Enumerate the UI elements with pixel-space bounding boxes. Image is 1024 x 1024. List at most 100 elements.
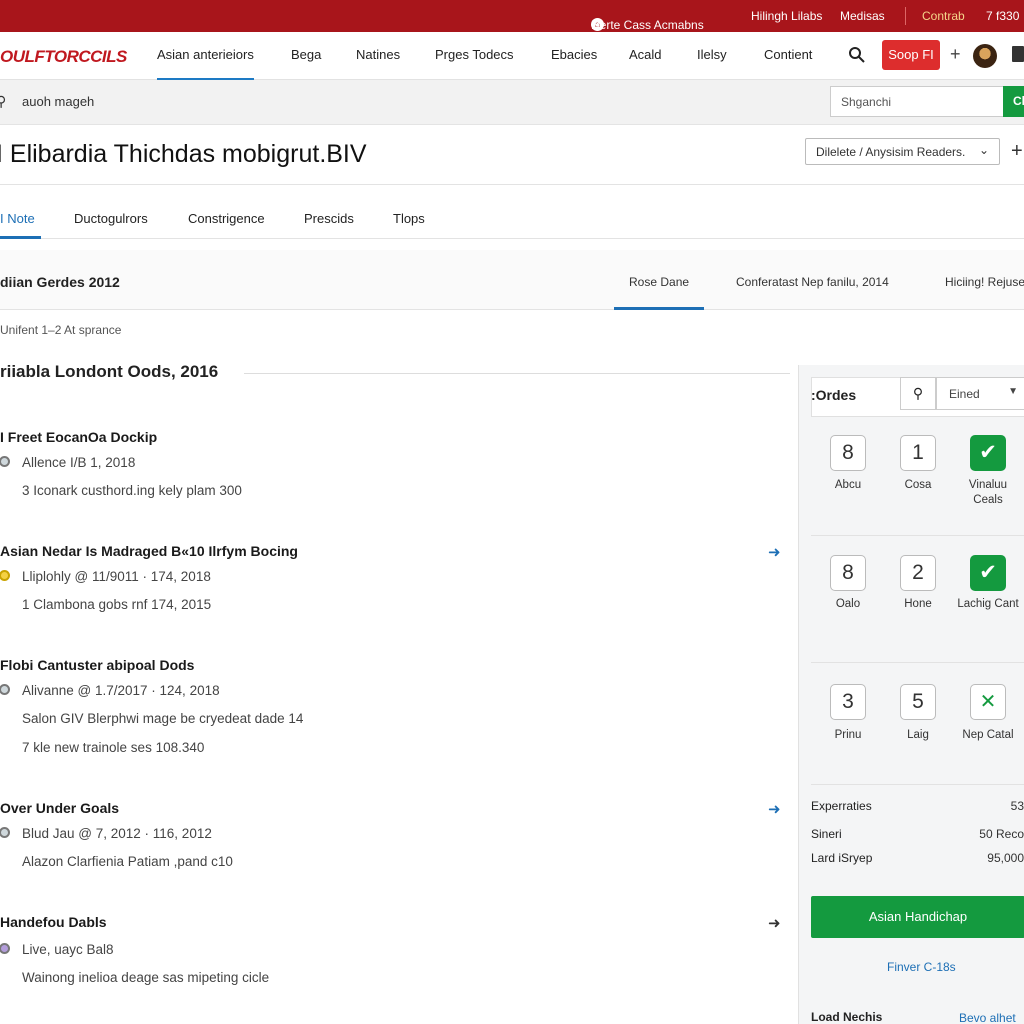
- event-line: Lliplohly @ 11/9011 · 174, 2018: [22, 569, 211, 584]
- chevron-down-icon: ▼: [1008, 386, 1018, 397]
- arrow-right-icon[interactable]: ➜: [768, 800, 781, 818]
- page-title: I Elibardia Thichdas mobigrut.BIV: [0, 140, 367, 168]
- event-line: 3 Iconark custhord.ing kely plam 300: [22, 483, 242, 498]
- site-logo[interactable]: OULFTORCCILS: [0, 47, 127, 67]
- twitter-icon[interactable]: ✔: [970, 435, 1006, 471]
- plus-icon[interactable]: +: [1011, 140, 1023, 163]
- panel-select-value: Eined: [949, 387, 980, 401]
- section-tab-rose[interactable]: Rose Dane: [614, 275, 705, 310]
- twitter-icon[interactable]: ✔: [970, 555, 1006, 591]
- tab-note[interactable]: I Note: [0, 211, 41, 239]
- top-link-2[interactable]: Hilingh Lilabs: [751, 9, 822, 23]
- stat-value: 95,000: [987, 851, 1024, 865]
- section-meta: Unifent 1–2 At sprance: [0, 323, 122, 337]
- section-tab-hiciing[interactable]: Hiciing! Rejuse: [945, 275, 1024, 289]
- orders-panel: :Ordes ⚲ Eined ▼ 8 Abcu 1 Cosa ✔ Vinaluu…: [798, 365, 1024, 1024]
- nav-item-contient[interactable]: Contient: [764, 47, 812, 62]
- event-line: Allence I/B 1, 2018: [22, 455, 136, 470]
- tile-label: Oalo: [835, 598, 861, 610]
- event-name[interactable]: Handefou Dabls: [0, 914, 107, 930]
- stat-value: 53: [1010, 799, 1024, 813]
- top-divider: [905, 7, 906, 25]
- search-input[interactable]: Shganchi: [830, 86, 1004, 117]
- plus-icon[interactable]: +: [950, 44, 961, 65]
- tile-label: Prinu: [834, 729, 862, 741]
- top-bar: ⌂ Herte Cass Acmabns Hilingh Lilabs Medis…: [0, 0, 1024, 32]
- section-heading: diian Gerdes 2012: [0, 274, 120, 290]
- panel-footer-link[interactable]: Bevo alhet: [959, 1011, 1016, 1024]
- divider: [0, 184, 1024, 185]
- status-icon: [0, 456, 10, 467]
- tab-tlops[interactable]: Tlops: [393, 211, 425, 226]
- stat-value: 50 Reco: [979, 827, 1024, 841]
- signup-button[interactable]: Soop FI: [882, 40, 940, 70]
- event-name[interactable]: Over Under Goals: [0, 800, 119, 816]
- tile-cosa[interactable]: 1: [900, 435, 936, 471]
- section-header: diian Gerdes 2012 Rose Dane Conferatast …: [0, 250, 1024, 310]
- event-name[interactable]: I Freet EocanOa Dockip: [0, 429, 157, 445]
- divider: [811, 662, 1024, 663]
- list-item[interactable]: Flobi Cantuster abipoal Dods Alivanne @ …: [0, 657, 790, 767]
- event-line: Alazon Clarfienia Patiam ,pand c10: [22, 854, 233, 869]
- nav-item-asian[interactable]: Asian anterieiors: [157, 47, 254, 80]
- tile-label: Hone: [904, 598, 932, 610]
- avatar[interactable]: [973, 44, 997, 68]
- event-line: Alivanne @ 1.7/2017 · 124, 2018: [22, 683, 220, 698]
- arrow-right-icon[interactable]: ➜: [768, 543, 781, 561]
- divider: [811, 535, 1024, 536]
- search-icon: ⚲: [0, 93, 7, 109]
- search-go-button[interactable]: Cl: [1003, 86, 1024, 117]
- nav-item-ilelsy[interactable]: Ilelsy: [697, 47, 727, 62]
- nav-item-ebacies[interactable]: Ebacies: [551, 47, 597, 62]
- tab-ductogulrors[interactable]: Ductogulrors: [74, 211, 148, 226]
- event-line: Salon GIV Blerphwi mage be cryedeat dade…: [22, 711, 304, 726]
- section-subheading: riiabla Londont Oods, 2016: [0, 362, 219, 381]
- arrow-right-icon[interactable]: ➜: [768, 914, 781, 932]
- search-icon[interactable]: ⚲: [900, 377, 936, 410]
- close-icon[interactable]: ✕: [970, 684, 1006, 720]
- search-query-text[interactable]: auoh mageh: [22, 94, 94, 109]
- nav-item-prges[interactable]: Prges Todecs: [435, 47, 514, 62]
- tab-prescids[interactable]: Prescids: [304, 211, 354, 226]
- nav-item-bega[interactable]: Bega: [291, 47, 321, 62]
- event-line: Blud Jau @ 7, 2012 · 116, 2012: [22, 826, 212, 841]
- tile-oalo[interactable]: 8: [830, 555, 866, 591]
- panel-footer-title: Load Nechis: [811, 1010, 883, 1024]
- tile-laig[interactable]: 5: [900, 684, 936, 720]
- list-item[interactable]: Handefou Dabls ➜ Live, uayc Bal8 Wainong…: [0, 914, 790, 994]
- tile-prinu[interactable]: 3: [830, 684, 866, 720]
- event-name[interactable]: Flobi Cantuster abipoal Dods: [0, 657, 194, 673]
- top-account-text: 7 f330: [986, 9, 1020, 23]
- tile-abcu[interactable]: 8: [830, 435, 866, 471]
- asian-handicap-button[interactable]: Asian Handichap: [811, 896, 1024, 938]
- status-icon: [0, 570, 10, 581]
- reader-select[interactable]: Dilelete / Anysisim Readers. ⌄: [805, 138, 1000, 165]
- panel-link[interactable]: Finver C-18s: [887, 960, 956, 974]
- section-tab-conferatast[interactable]: Conferatast Nep fanilu, 2014: [736, 275, 889, 289]
- tile-label: Nep Catal: [962, 729, 1014, 741]
- tile-label: Vinaluu Ceals: [968, 479, 1008, 506]
- list-item[interactable]: Asian Nedar Is Madraged B«10 Ilrfym Boci…: [0, 543, 790, 623]
- top-link-3[interactable]: Medisas: [840, 9, 885, 23]
- nav-item-natines[interactable]: Natines: [356, 47, 400, 62]
- search-icon[interactable]: [848, 46, 866, 64]
- event-name[interactable]: Asian Nedar Is Madraged B«10 Ilrfym Boci…: [0, 543, 298, 559]
- tile-hone[interactable]: 2: [900, 555, 936, 591]
- status-icon: [0, 684, 10, 695]
- nav-item-acald[interactable]: Acald: [629, 47, 662, 62]
- event-line: 1 Clambona gobs rnf 174, 2015: [22, 597, 212, 612]
- panel-select[interactable]: Eined ▼: [936, 377, 1024, 410]
- list-item[interactable]: I Freet EocanOa Dockip Allence I/B 1, 20…: [0, 429, 790, 509]
- bag-icon[interactable]: [1012, 46, 1024, 62]
- divider: [244, 373, 790, 374]
- tab-constrigence[interactable]: Constrigence: [188, 211, 265, 226]
- list-item[interactable]: Over Under Goals ➜ Blud Jau @ 7, 2012 · …: [0, 800, 790, 880]
- sub-tabs: I Note Ductogulrors Constrigence Prescid…: [0, 196, 1024, 239]
- top-contrab-link[interactable]: Contrab: [922, 9, 965, 23]
- stat-label: Experraties: [811, 799, 872, 813]
- status-icon: [0, 943, 10, 954]
- tile-label: Cosa: [904, 479, 932, 491]
- event-line: Live, uayc Bal8: [22, 942, 114, 957]
- tile-label: Lachig Cant: [957, 598, 1019, 610]
- search-strip: ⚲ auoh mageh Shganchi Cl: [0, 80, 1024, 125]
